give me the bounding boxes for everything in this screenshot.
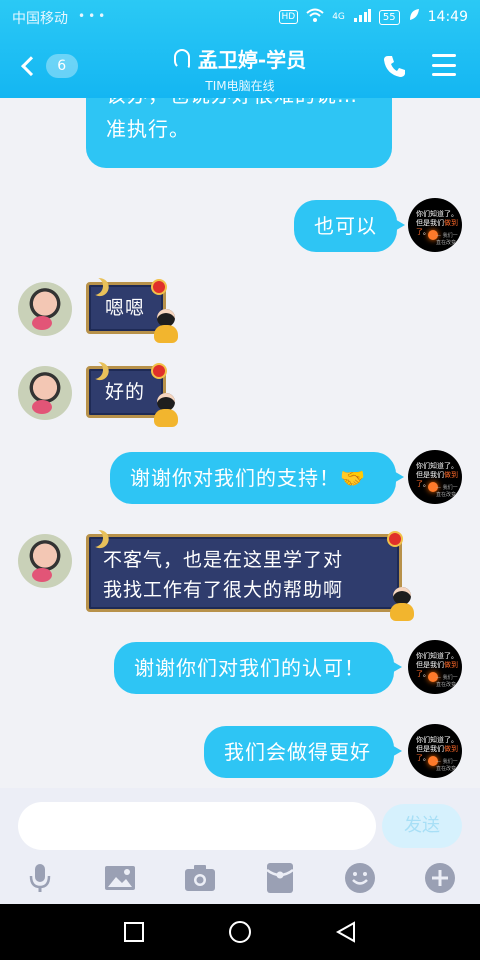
- composer: 发送: [0, 788, 480, 904]
- self-avatar[interactable]: 你们知道了。 但是我们做到了。 — 我们一直在改变: [408, 198, 462, 252]
- phone-call-button[interactable]: [382, 53, 408, 79]
- message-bubble-outgoing[interactable]: 谢谢你对我们的支持！🤝: [110, 452, 404, 504]
- self-avatar[interactable]: 你们知道了。 但是我们做到了。 — 我们一直在改变: [408, 450, 462, 504]
- plus-icon[interactable]: [422, 860, 458, 896]
- phone-icon: [384, 56, 405, 77]
- mic-icon[interactable]: [22, 860, 58, 896]
- clock-time: 14:49: [427, 9, 468, 25]
- contact-avatar[interactable]: [18, 366, 72, 420]
- send-button[interactable]: 发送: [382, 804, 462, 848]
- emoji-icon[interactable]: [342, 860, 378, 896]
- back-triangle-icon[interactable]: [334, 920, 358, 944]
- red-envelope-icon[interactable]: [262, 860, 298, 896]
- contact-avatar[interactable]: [18, 534, 72, 588]
- status-bar: 中国移动 ••• HD 4G 55 14:49: [0, 0, 480, 34]
- message-bubble-outgoing[interactable]: 谢谢你们对我们的认可！: [114, 642, 402, 694]
- message-bubble-incoming[interactable]: 好的: [86, 363, 178, 427]
- contact-avatar[interactable]: [18, 282, 72, 336]
- online-status: TIM电脑在线: [205, 79, 275, 93]
- camera-icon[interactable]: [182, 860, 218, 896]
- message-bubble-outgoing[interactable]: 该办，也说办好很难的说… 准执行。: [86, 98, 392, 168]
- message-bubble-outgoing[interactable]: 我们会做得更好: [204, 726, 402, 778]
- contact-name: 孟卫婷-学员: [197, 48, 307, 72]
- system-nav-bar: [0, 904, 480, 960]
- message-bubble-incoming[interactable]: 嗯嗯: [86, 279, 178, 343]
- menu-icon[interactable]: [432, 54, 456, 76]
- message-bubble-incoming[interactable]: 不客气，也是在这里学了对 我找工作有了很大的帮助啊: [86, 531, 414, 621]
- home-icon[interactable]: [228, 920, 252, 944]
- recent-apps-icon[interactable]: [122, 920, 146, 944]
- battery-indicator: 55: [378, 9, 400, 25]
- carrier-label: 中国移动: [12, 11, 68, 27]
- wifi-icon: [306, 8, 324, 26]
- leaf-icon: [408, 8, 420, 26]
- image-icon[interactable]: [102, 860, 138, 896]
- message-bubble-outgoing[interactable]: 也可以: [294, 200, 405, 252]
- top-bar: 中国移动 ••• HD 4G 55 14:49 6 孟卫婷-学员 TIM电脑在线: [0, 0, 480, 98]
- message-input[interactable]: [18, 802, 376, 850]
- self-avatar[interactable]: 你们知道了。 但是我们做到了。 — 我们一直在改变: [408, 640, 462, 694]
- network-type: 4G: [332, 12, 345, 22]
- composer-toolbar: [0, 860, 480, 900]
- signal-icon: [353, 8, 371, 26]
- earpiece-mode-icon: [173, 48, 190, 69]
- chat-area[interactable]: 该办，也说办好很难的说… 准执行。 也可以 你们知道了。但是我们做到了。 — 我…: [0, 98, 480, 788]
- hd-badge: HD: [278, 10, 299, 24]
- self-avatar[interactable]: 你们知道了。 但是我们做到了。 — 我们一直在改变: [408, 724, 462, 778]
- notification-dots: •••: [78, 9, 109, 23]
- chat-title-block[interactable]: 孟卫婷-学员 TIM电脑在线: [0, 44, 480, 94]
